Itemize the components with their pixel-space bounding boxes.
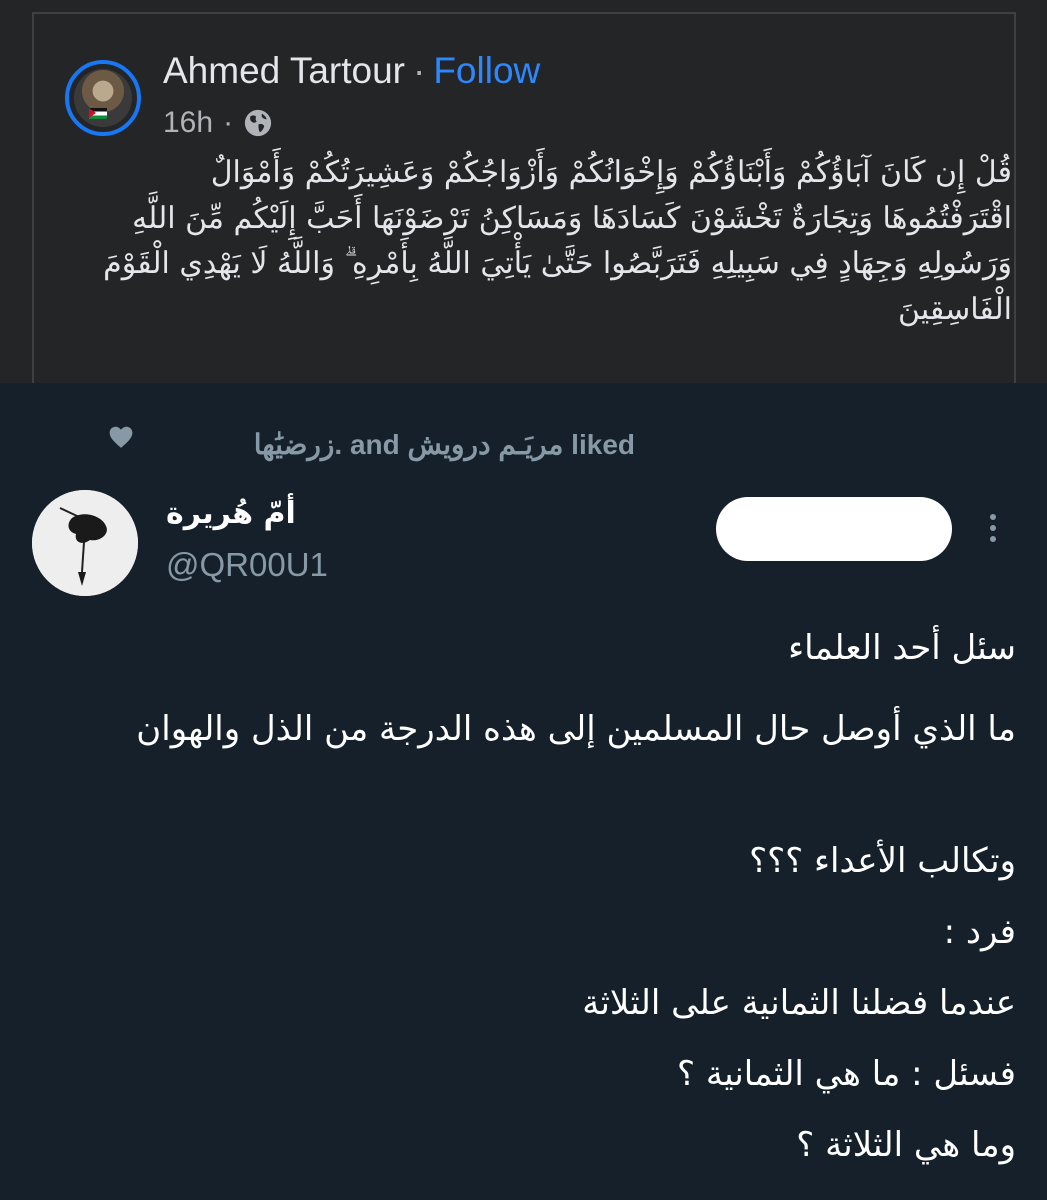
post-meta: 16h · <box>163 106 273 140</box>
card-border-right <box>1014 12 1016 383</box>
tweet-line: فسئل : ما هي الثمانية ؟ <box>676 1054 1016 1094</box>
facebook-post-card: Ahmed Tartour · Follow 16h · قُلْ إِن كَان… <box>0 0 1047 383</box>
tweet-handle[interactable]: @QR00U1 <box>166 546 328 584</box>
tweet-avatar[interactable] <box>32 490 138 596</box>
tweet-text: سئل أحد العلماء ما الذي أوصل حال المسلمي… <box>60 623 1016 1191</box>
tweet-line: ما الذي أوصل حال المسلمين إلى هذه الدرجة… <box>136 709 1016 749</box>
follow-button[interactable] <box>716 497 952 561</box>
card-border-left <box>32 12 34 383</box>
tweet-line: وما هي الثلاثة ؟ <box>796 1125 1016 1165</box>
tweet-display-name[interactable]: أمّ هُريرة <box>166 496 296 531</box>
card-border-top <box>32 12 1016 14</box>
avatar-image <box>32 490 138 596</box>
tweet-line: فرد : <box>943 912 1016 952</box>
author-name[interactable]: Ahmed Tartour <box>163 50 405 91</box>
post-text: قُلْ إِن كَانَ آبَاؤُكُمْ وَأَبْنَاؤُكُم… <box>103 155 1012 327</box>
heart-icon <box>109 426 133 448</box>
tweet-line: وتكالب الأعداء ؟؟؟ <box>749 841 1016 881</box>
liked-by-text[interactable]: زرضيَٰها. and مريَـم درويش liked <box>254 428 635 461</box>
tweet-line: سئل أحد العلماء <box>788 628 1016 668</box>
globe-icon[interactable] <box>243 108 273 138</box>
more-options-icon[interactable] <box>986 514 1000 550</box>
post-header: Ahmed Tartour · Follow <box>163 50 540 92</box>
follow-button[interactable]: Follow <box>433 50 540 91</box>
separator-dot: · <box>223 106 234 139</box>
separator-dot: · <box>413 50 426 91</box>
tweet-line: عندما فضلنا الثمانية على الثلاثة <box>582 983 1016 1023</box>
tweet-card: زرضيَٰها. and مريَـم درويش liked أمّ هُر… <box>0 383 1047 1200</box>
palestine-flag-icon <box>89 108 107 119</box>
post-time[interactable]: 16h <box>163 106 213 140</box>
author-avatar[interactable] <box>65 60 141 136</box>
